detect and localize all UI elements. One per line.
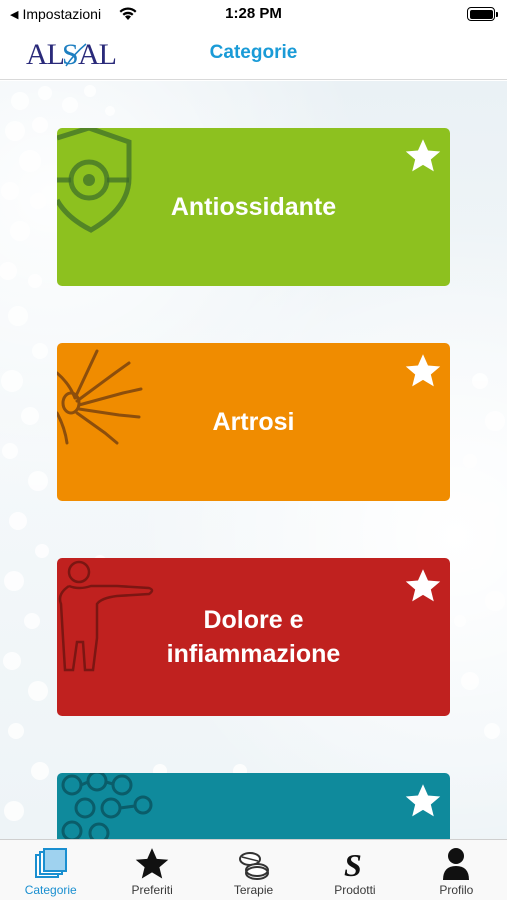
molecule-icon xyxy=(61,773,153,839)
layers-icon xyxy=(34,848,67,878)
category-list[interactable]: Antiossidante Artrosi Dolore e infiammaz… xyxy=(0,81,507,839)
tab-preferiti[interactable]: Preferiti xyxy=(101,840,202,900)
tab-prodotti[interactable]: S Prodotti xyxy=(304,840,405,900)
tab-label: Categorie xyxy=(24,883,77,897)
tab-bar: Categorie Preferiti Terapie S Prodotti P… xyxy=(0,839,507,900)
tab-categorie[interactable]: Categorie xyxy=(0,840,101,900)
favorite-star-icon[interactable] xyxy=(404,783,442,819)
svg-text:S: S xyxy=(344,847,362,881)
tab-terapie[interactable]: Terapie xyxy=(203,840,304,900)
tab-label: Prodotti xyxy=(334,883,376,897)
tab-profilo[interactable]: Profilo xyxy=(406,840,507,900)
pills-icon xyxy=(238,852,269,880)
favorite-star-icon[interactable] xyxy=(404,138,442,174)
s-icon: S xyxy=(344,847,362,881)
tab-label: Preferiti xyxy=(131,883,173,897)
category-label: Artrosi xyxy=(212,408,295,436)
category-card-4[interactable] xyxy=(57,773,450,839)
category-label: Dolore e infiammazione xyxy=(166,606,341,668)
page-title: Categorie xyxy=(209,42,298,63)
tab-label: Profilo xyxy=(439,883,474,897)
status-bar: ◀ Impostazioni 1:28 PM xyxy=(0,0,507,30)
navigation-bar: AL S AL Categorie xyxy=(0,30,507,80)
category-card-dolore-infiammazione[interactable]: Dolore e infiammazione xyxy=(57,558,450,716)
star-icon xyxy=(135,848,169,879)
favorite-star-icon[interactable] xyxy=(404,568,442,604)
category-card-antiossidante[interactable]: Antiossidante xyxy=(57,128,450,286)
battery-icon xyxy=(467,7,498,21)
tab-label: Terapie xyxy=(233,883,274,897)
status-time: 1:28 PM xyxy=(225,5,282,22)
category-label: Antiossidante xyxy=(170,193,337,221)
person-icon xyxy=(443,848,470,880)
favorite-star-icon[interactable] xyxy=(404,353,442,389)
category-card-artrosi[interactable]: Artrosi xyxy=(57,343,450,501)
